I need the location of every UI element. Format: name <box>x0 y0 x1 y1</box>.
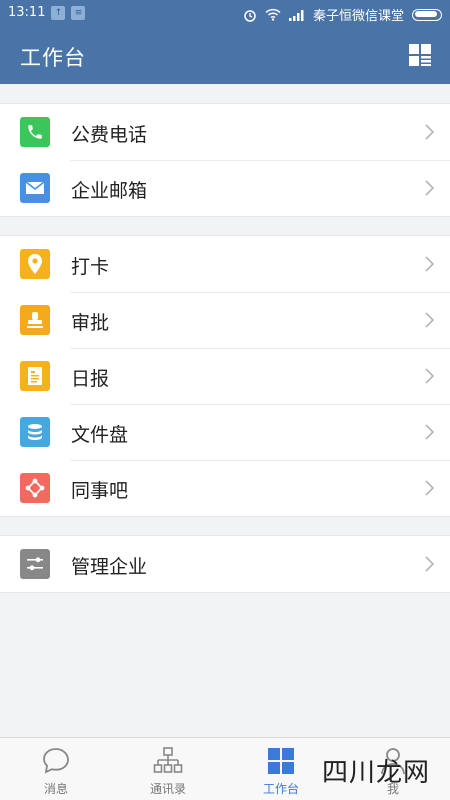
chevron-right-icon <box>425 368 435 384</box>
status-bar: 13:11 ↑ ≡ 秦子恒微信课堂 <box>0 0 450 26</box>
app-bar: 工作台 <box>0 26 450 84</box>
menu-item-label: 企业邮箱 <box>71 180 148 202</box>
menu-item-phone[interactable]: 公费电话 <box>0 104 450 160</box>
grid-layout-icon[interactable] <box>408 43 432 67</box>
signal-icon <box>288 9 304 21</box>
menu-item-label: 公费电话 <box>71 124 148 146</box>
tab-label: 消息 <box>43 782 68 796</box>
chevron-right-icon <box>425 256 435 272</box>
chat-bubble-icon <box>43 748 69 774</box>
tab-workbench[interactable]: 工作台 <box>225 738 337 800</box>
chevron-right-icon <box>425 180 435 196</box>
chevron-right-icon <box>425 480 435 496</box>
tab-contacts[interactable]: 通讯录 <box>112 738 224 800</box>
database-icon <box>20 417 50 447</box>
stamp-icon <box>20 305 50 335</box>
menu-item-label: 审批 <box>71 312 110 334</box>
menu-item-check-in[interactable]: 打卡 <box>0 236 450 292</box>
chevron-right-icon <box>425 124 435 140</box>
menu-item-file-disk[interactable]: 文件盘 <box>0 404 450 460</box>
menu-item-label: 日报 <box>71 368 110 390</box>
report-icon <box>20 361 50 391</box>
battery-icon <box>412 8 442 21</box>
menu-item-label: 管理企业 <box>71 556 148 578</box>
carrier-name: 秦子恒微信课堂 <box>312 9 404 24</box>
menu-group-communication: 公费电话 企业邮箱 <box>0 103 450 217</box>
menu-item-mail[interactable]: 企业邮箱 <box>0 160 450 216</box>
tab-label: 通讯录 <box>149 782 186 796</box>
page-title: 工作台 <box>20 46 86 70</box>
menu-group-work: 打卡 审批 日报 文件盘 同事吧 <box>0 235 450 517</box>
message-notification-icon: ≡ <box>71 5 86 20</box>
chevron-right-icon <box>425 312 435 328</box>
menu-item-label: 文件盘 <box>71 424 129 446</box>
wifi-icon <box>265 8 281 21</box>
alarm-icon <box>244 9 256 22</box>
tab-label: 工作台 <box>262 782 299 796</box>
upload-notification-icon: ↑ <box>51 5 66 20</box>
grid-icon <box>268 748 294 774</box>
tab-messages[interactable]: 消息 <box>0 738 112 800</box>
share-icon <box>20 473 50 503</box>
location-pin-icon <box>20 249 50 279</box>
chevron-right-icon <box>425 556 435 572</box>
menu-item-manage-enterprise[interactable]: 管理企业 <box>0 536 450 592</box>
status-time: 13:11 <box>8 5 46 20</box>
sliders-icon <box>20 549 50 579</box>
watermark-text: 四川龙网 <box>322 758 431 788</box>
phone-icon <box>20 117 50 147</box>
menu-item-colleagues[interactable]: 同事吧 <box>0 460 450 516</box>
org-chart-icon <box>153 747 183 773</box>
chevron-right-icon <box>425 424 435 440</box>
mail-icon <box>20 173 50 203</box>
menu-item-approval[interactable]: 审批 <box>0 292 450 348</box>
menu-item-daily-report[interactable]: 日报 <box>0 348 450 404</box>
menu-group-admin: 管理企业 <box>0 535 450 593</box>
menu-item-label: 同事吧 <box>71 480 129 502</box>
menu-item-label: 打卡 <box>71 256 110 278</box>
